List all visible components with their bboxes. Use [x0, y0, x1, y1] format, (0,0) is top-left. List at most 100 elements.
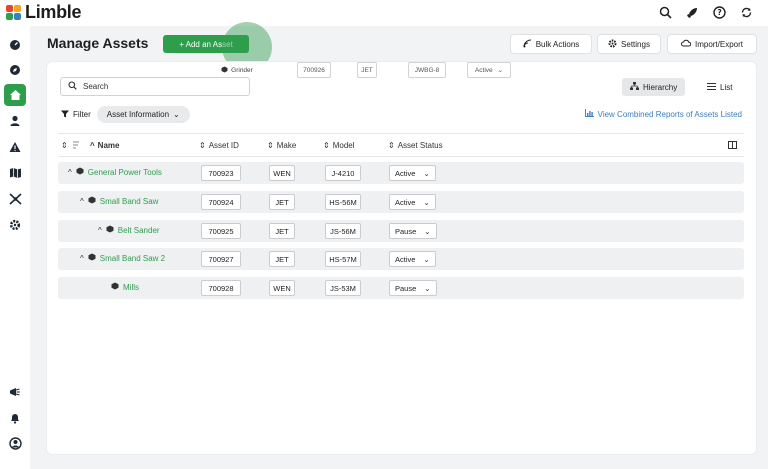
bulk-actions-label: Bulk Actions	[535, 39, 580, 49]
dragged-row-name: Grinder	[212, 62, 262, 78]
column-asset-id[interactable]: ⇕ Asset ID	[199, 141, 239, 150]
asset-cube-icon	[221, 66, 228, 75]
hierarchy-icon	[630, 82, 639, 92]
nav-settings-icon[interactable]	[4, 214, 26, 236]
list-icon	[707, 82, 716, 92]
column-settings-icon[interactable]	[728, 141, 737, 149]
gear-icon	[608, 39, 617, 50]
rocket-icon[interactable]	[684, 4, 700, 20]
table-row[interactable]: ^ Small Band Saw 700924 JET HS-56M Activ…	[58, 191, 744, 213]
chevron-down-icon: ⌄	[423, 197, 430, 207]
column-make[interactable]: ⇕ Make	[267, 141, 296, 150]
search-icon[interactable]	[657, 4, 673, 20]
filter-icon	[61, 110, 69, 120]
nav-user-icon[interactable]	[4, 110, 26, 132]
column-name[interactable]: ^ Name	[90, 141, 119, 150]
sort-icon: ⇕	[199, 141, 206, 150]
asset-cube-icon	[88, 253, 96, 263]
collapse-icon[interactable]: ^	[98, 226, 102, 235]
make-field[interactable]: JET	[269, 223, 295, 239]
asset-cube-icon	[88, 196, 96, 206]
chevron-down-icon: ⌄	[173, 110, 180, 119]
dragged-row-asset-id: 700926	[297, 62, 331, 78]
table-row[interactable]: ^ General Power Tools 700923 WEN J-4210 …	[58, 162, 744, 184]
asset-cube-icon	[111, 282, 119, 292]
bulk-actions-icon	[523, 38, 532, 50]
filter-label: Filter	[73, 110, 91, 119]
hierarchy-view-toggle[interactable]: Hierarchy	[622, 78, 686, 96]
nav-profile-icon[interactable]	[4, 432, 26, 454]
list-view-toggle[interactable]: List	[699, 78, 740, 96]
column-model[interactable]: ⇕ Model	[323, 141, 355, 150]
table-row[interactable]: ^ Small Band Saw 2 700927 JET HS-57M Act…	[58, 248, 744, 270]
column-asset-status[interactable]: ⇕ Asset Status	[388, 141, 443, 150]
model-field[interactable]: HS-56M	[325, 194, 361, 210]
asset-id-field[interactable]: 700924	[201, 194, 241, 210]
collapse-icon[interactable]: ^	[80, 197, 84, 206]
asset-cube-icon	[76, 167, 84, 177]
page-title: Manage Assets	[47, 35, 149, 51]
status-select[interactable]: Active ⌄	[389, 251, 436, 267]
asset-id-field[interactable]: 700928	[201, 280, 241, 296]
nav-explore-icon[interactable]	[4, 59, 26, 81]
import-export-button[interactable]: Import/Export	[667, 34, 757, 54]
chevron-down-icon: ⌄	[424, 226, 431, 236]
nav-notifications-icon[interactable]	[4, 407, 26, 429]
import-export-label: Import/Export	[694, 39, 743, 49]
chevron-down-icon: ⌄	[497, 67, 504, 74]
dragged-row-model: JWBG-8	[408, 62, 446, 78]
chevron-down-icon: ⌄	[424, 283, 431, 293]
filter-button[interactable]: Filter	[61, 110, 91, 120]
asset-id-field[interactable]: 700923	[201, 165, 241, 181]
asset-name-link[interactable]: ^ Small Band Saw	[80, 196, 158, 206]
chart-icon	[584, 109, 594, 119]
model-field[interactable]: J-4210	[325, 165, 361, 181]
sort-icon: ⇕	[267, 141, 274, 150]
nav-announcement-icon[interactable]	[4, 381, 26, 403]
nav-map-icon[interactable]	[4, 162, 26, 184]
make-field[interactable]: JET	[269, 251, 295, 267]
model-field[interactable]: JS-53M	[325, 280, 361, 296]
nav-dashboard-icon[interactable]	[4, 34, 26, 56]
nav-tools-icon[interactable]	[4, 188, 26, 210]
search-input[interactable]: Search	[60, 77, 250, 96]
model-field[interactable]: HS-57M	[325, 251, 361, 267]
table-row[interactable]: ^ Belt Sander 700925 JET JS-56M Pause ⌄	[58, 220, 744, 242]
asset-information-filter-chip[interactable]: Asset Information ⌄	[96, 106, 190, 123]
dragged-row-status: Active ⌄	[467, 62, 511, 78]
chevron-down-icon: ⌄	[423, 254, 430, 264]
collapse-icon[interactable]: ^	[68, 168, 72, 177]
sort-all-icon[interactable]: ⇕	[61, 141, 68, 150]
column-filter-icon[interactable]	[73, 141, 81, 149]
status-select[interactable]: Pause ⌄	[389, 280, 437, 296]
combined-reports-link[interactable]: View Combined Reports of Assets Listed	[584, 109, 742, 119]
asset-name-link[interactable]: ^ Small Band Saw 2	[80, 253, 165, 263]
app-name: Limble	[25, 2, 82, 22]
svg-text:?: ?	[717, 8, 721, 17]
table-row[interactable]: Mills 700928 WEN JS-53M Pause ⌄	[58, 277, 744, 299]
asset-id-field[interactable]: 700925	[201, 223, 241, 239]
collapse-icon[interactable]: ^	[80, 254, 84, 263]
nav-warning-icon[interactable]	[4, 136, 26, 158]
asset-name-link[interactable]: Mills	[111, 282, 139, 292]
cloud-icon	[681, 39, 692, 49]
make-field[interactable]: JET	[269, 194, 295, 210]
table-header: ⇕ ^ Name ⇕ Asset ID ⇕ Make ⇕ Model ⇕ Asset St…	[58, 133, 744, 157]
status-select[interactable]: Active ⌄	[389, 165, 436, 181]
help-icon[interactable]: ?	[711, 4, 727, 20]
search-placeholder: Search	[83, 82, 109, 91]
asset-name-link[interactable]: ^ General Power Tools	[68, 167, 162, 177]
asset-id-field[interactable]: 700927	[201, 251, 241, 267]
status-select[interactable]: Pause ⌄	[389, 223, 437, 239]
status-select[interactable]: Active ⌄	[389, 194, 436, 210]
asset-name-link[interactable]: ^ Belt Sander	[98, 225, 160, 235]
settings-button[interactable]: Settings	[597, 34, 661, 54]
bulk-actions-button[interactable]: Bulk Actions	[510, 34, 592, 54]
sort-icon: ⇕	[323, 141, 330, 150]
make-field[interactable]: WEN	[269, 280, 295, 296]
limble-logo[interactable]: Limble	[6, 2, 82, 23]
make-field[interactable]: WEN	[269, 165, 295, 181]
nav-home-icon[interactable]	[4, 84, 26, 106]
refresh-icon[interactable]	[738, 4, 754, 20]
model-field[interactable]: JS-56M	[325, 223, 361, 239]
